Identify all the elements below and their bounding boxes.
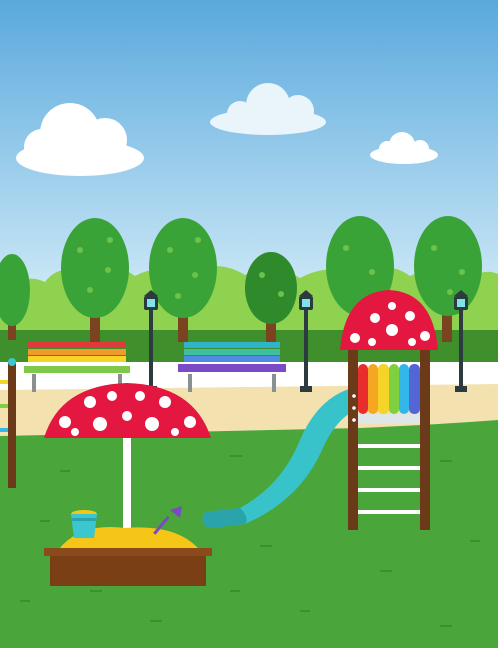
playground-scene xyxy=(0,0,498,648)
bench-icon xyxy=(178,342,286,392)
bucket-icon xyxy=(71,510,97,538)
